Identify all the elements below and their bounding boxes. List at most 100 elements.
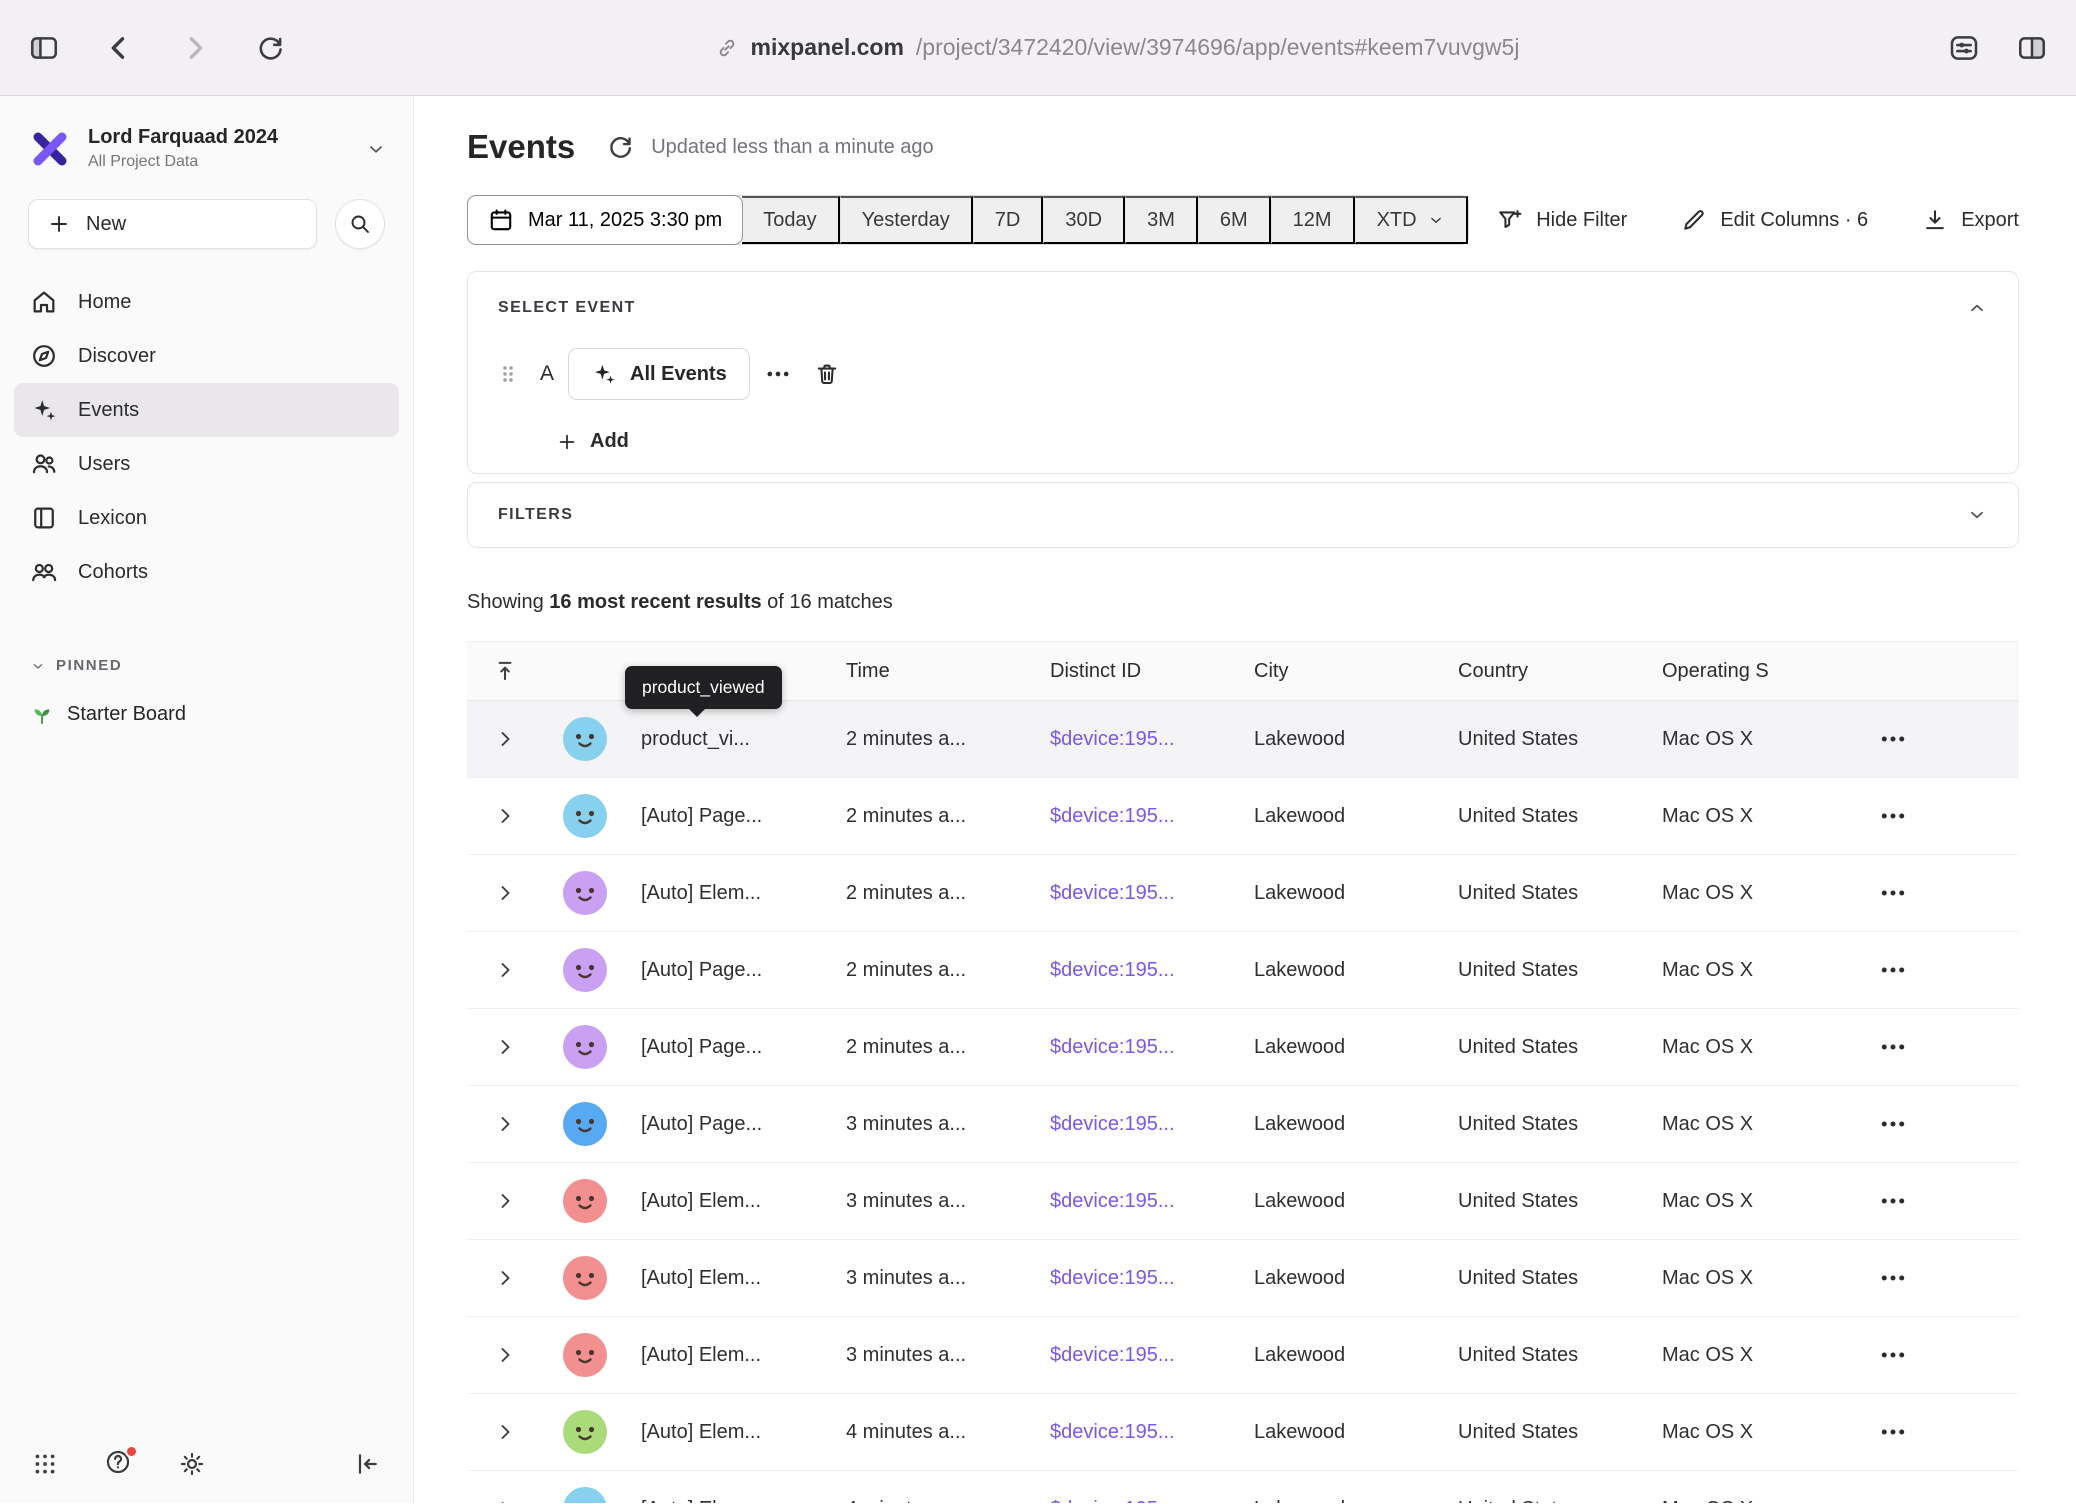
- hide-filter-button[interactable]: Hide Filter: [1497, 207, 1627, 233]
- range-3m[interactable]: 3M: [1125, 196, 1198, 244]
- more-options-icon[interactable]: [764, 360, 792, 388]
- row-more-icon[interactable]: [1868, 1263, 2019, 1293]
- drag-handle-icon[interactable]: [498, 362, 518, 386]
- split-view-icon[interactable]: [2016, 32, 2048, 64]
- trash-icon[interactable]: [814, 361, 840, 387]
- distinct-id-link[interactable]: $device:195...: [1036, 959, 1240, 982]
- distinct-id-link[interactable]: $device:195...: [1036, 1036, 1240, 1059]
- table-row[interactable]: [Auto] Elem... 3 minutes a... $device:19…: [467, 1317, 2019, 1394]
- table-row[interactable]: [Auto] Elem... 4 minutes a... $device:19…: [467, 1471, 2019, 1503]
- date-picker-button[interactable]: Mar 11, 2025 3:30 pm: [467, 195, 743, 245]
- users-icon: [30, 450, 58, 478]
- sidebar-item-starter-board[interactable]: Starter Board: [0, 702, 413, 726]
- column-header-os[interactable]: Operating S: [1648, 660, 1868, 683]
- distinct-id-link[interactable]: $device:195...: [1036, 1498, 1240, 1504]
- add-event-button[interactable]: Add: [554, 426, 631, 459]
- sidebar-item-home[interactable]: Home: [14, 275, 399, 329]
- table-row[interactable]: [Auto] Page... 2 minutes a... $device:19…: [467, 932, 2019, 1009]
- back-icon[interactable]: [102, 31, 136, 65]
- sidebar-item-users[interactable]: Users: [14, 437, 399, 491]
- sidebar-item-label: Discover: [78, 345, 156, 368]
- expand-row-icon[interactable]: [467, 1497, 543, 1503]
- range-xtd[interactable]: XTD: [1355, 196, 1468, 244]
- url-host: mixpanel.com: [751, 34, 904, 61]
- row-more-icon[interactable]: [1868, 801, 2019, 831]
- column-header-distinct-id[interactable]: Distinct ID: [1036, 660, 1240, 683]
- expand-row-icon[interactable]: [467, 804, 543, 828]
- sidebar-item-events[interactable]: Events: [14, 383, 399, 437]
- table-row[interactable]: [Auto] Page... 2 minutes a... $device:19…: [467, 1009, 2019, 1086]
- page-settings-icon[interactable]: [1948, 32, 1980, 64]
- new-button[interactable]: New: [28, 199, 317, 249]
- distinct-id-link[interactable]: $device:195...: [1036, 882, 1240, 905]
- os-cell: Mac OS X: [1648, 1344, 1868, 1367]
- expand-row-icon[interactable]: [467, 1343, 543, 1367]
- gear-icon[interactable]: [178, 1450, 206, 1478]
- link-icon: [715, 36, 739, 60]
- range-6m[interactable]: 6M: [1198, 196, 1271, 244]
- sidebar-toggle-icon[interactable]: [28, 32, 60, 64]
- expand-row-icon[interactable]: [467, 1112, 543, 1136]
- expand-row-icon[interactable]: [467, 1035, 543, 1059]
- workspace-switcher[interactable]: Lord Farquaad 2024 All Project Data: [0, 96, 413, 177]
- column-header-country[interactable]: Country: [1444, 660, 1648, 683]
- export-button[interactable]: Export: [1922, 207, 2019, 233]
- row-more-icon[interactable]: [1868, 1186, 2019, 1216]
- expand-row-icon[interactable]: [467, 1266, 543, 1290]
- avatar: [563, 717, 607, 761]
- column-header-city[interactable]: City: [1240, 660, 1444, 683]
- table-row[interactable]: [Auto] Elem... 2 minutes a... $device:19…: [467, 855, 2019, 932]
- sidebar-item-cohorts[interactable]: Cohorts: [14, 545, 399, 599]
- table-body: product_vi... 2 minutes a... $device:195…: [467, 701, 2019, 1503]
- edit-columns-button[interactable]: Edit Columns · 6: [1681, 207, 1868, 233]
- table-row[interactable]: [Auto] Elem... 3 minutes a... $device:19…: [467, 1163, 2019, 1240]
- range-7d[interactable]: 7D: [973, 196, 1044, 244]
- row-more-icon[interactable]: [1868, 955, 2019, 985]
- refresh-icon[interactable]: [254, 32, 286, 64]
- sidebar-item-discover[interactable]: Discover: [14, 329, 399, 383]
- range-yesterday[interactable]: Yesterday: [840, 196, 973, 244]
- os-cell: Mac OS X: [1648, 805, 1868, 828]
- chevron-down-icon[interactable]: [1966, 504, 1988, 526]
- expand-row-icon[interactable]: [467, 958, 543, 982]
- range-today[interactable]: Today: [742, 196, 839, 244]
- collapse-rows-icon[interactable]: [467, 658, 543, 684]
- distinct-id-link[interactable]: $device:195...: [1036, 728, 1240, 751]
- collapse-sidebar-icon[interactable]: [353, 1450, 381, 1478]
- forward-icon[interactable]: [178, 31, 212, 65]
- plus-icon: [556, 431, 578, 453]
- row-more-icon[interactable]: [1868, 1340, 2019, 1370]
- range-12m[interactable]: 12M: [1271, 196, 1355, 244]
- row-more-icon[interactable]: [1868, 1494, 2019, 1503]
- row-more-icon[interactable]: [1868, 724, 2019, 754]
- table-row[interactable]: [Auto] Page... 2 minutes a... $device:19…: [467, 778, 2019, 855]
- distinct-id-link[interactable]: $device:195...: [1036, 1421, 1240, 1444]
- row-more-icon[interactable]: [1868, 878, 2019, 908]
- row-more-icon[interactable]: [1868, 1417, 2019, 1447]
- event-name-cell: [Auto] Page...: [627, 1113, 832, 1136]
- column-header-time[interactable]: Time: [832, 660, 1036, 683]
- distinct-id-link[interactable]: $device:195...: [1036, 805, 1240, 828]
- distinct-id-link[interactable]: $device:195...: [1036, 1190, 1240, 1213]
- expand-row-icon[interactable]: [467, 881, 543, 905]
- row-more-icon[interactable]: [1868, 1109, 2019, 1139]
- refresh-data-icon[interactable]: [605, 132, 635, 162]
- apps-grid-icon[interactable]: [32, 1451, 58, 1477]
- sidebar-item-lexicon[interactable]: Lexicon: [14, 491, 399, 545]
- search-button[interactable]: [335, 199, 385, 249]
- table-row[interactable]: [Auto] Page... 3 minutes a... $device:19…: [467, 1086, 2019, 1163]
- table-row[interactable]: [Auto] Elem... 3 minutes a... $device:19…: [467, 1240, 2019, 1317]
- row-more-icon[interactable]: [1868, 1032, 2019, 1062]
- expand-row-icon[interactable]: [467, 1420, 543, 1444]
- distinct-id-link[interactable]: $device:195...: [1036, 1267, 1240, 1290]
- table-row[interactable]: [Auto] Elem... 4 minutes a... $device:19…: [467, 1394, 2019, 1471]
- distinct-id-link[interactable]: $device:195...: [1036, 1344, 1240, 1367]
- range-30d[interactable]: 30D: [1043, 196, 1125, 244]
- event-selector-chip[interactable]: All Events: [568, 348, 750, 400]
- pinned-section-header[interactable]: PINNED: [0, 657, 413, 674]
- distinct-id-link[interactable]: $device:195...: [1036, 1113, 1240, 1136]
- address-bar[interactable]: mixpanel.com/project/3472420/view/397469…: [286, 34, 1948, 61]
- chevron-up-icon[interactable]: [1966, 297, 1988, 319]
- expand-row-icon[interactable]: [467, 1189, 543, 1213]
- expand-row-icon[interactable]: [467, 727, 543, 751]
